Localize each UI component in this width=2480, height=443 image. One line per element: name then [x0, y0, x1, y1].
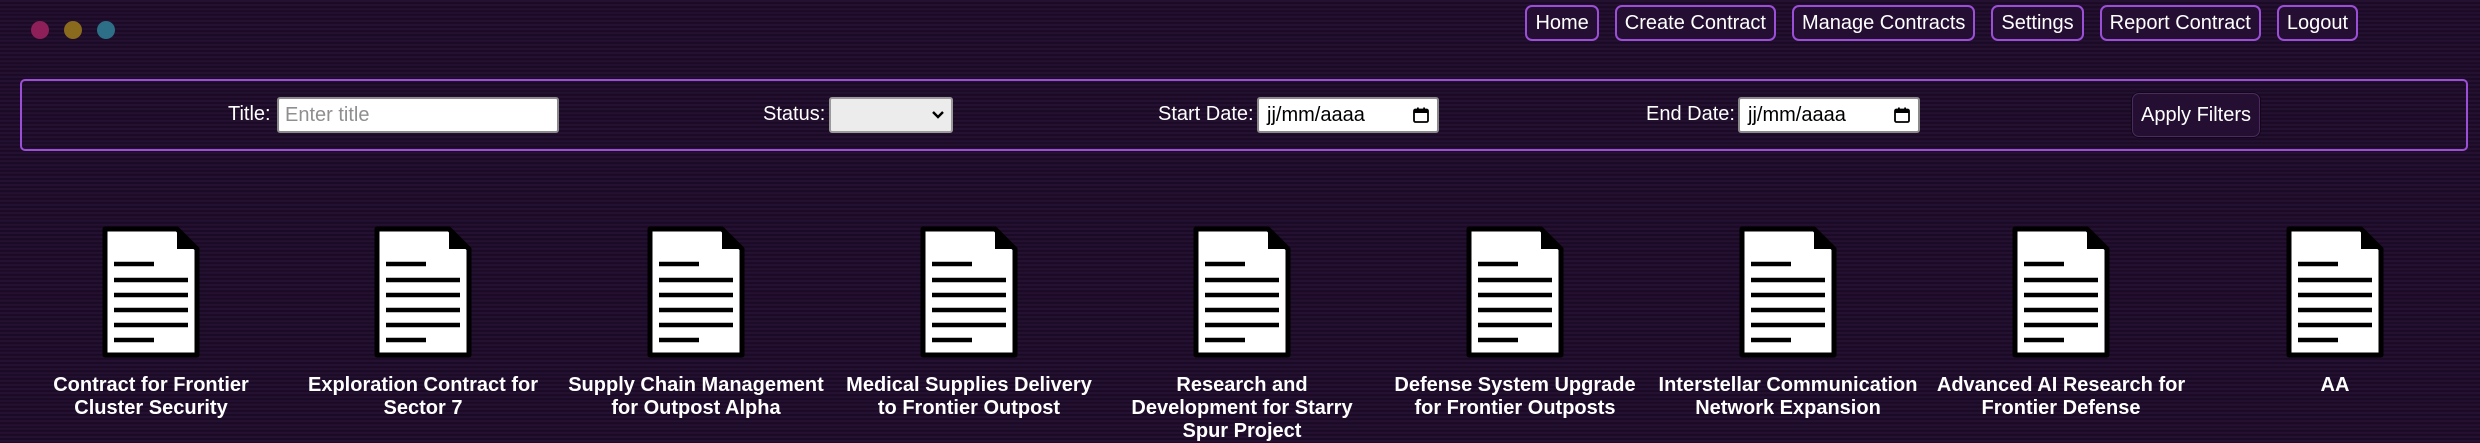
contract-title[interactable]: Interstellar Communication Network Expan…	[1657, 374, 1919, 420]
status-filter-label: Status:	[763, 103, 826, 125]
contract-card[interactable]: Supply Chain Management for Outpost Alph…	[565, 226, 827, 420]
contract-card[interactable]: Medical Supplies Delivery to Frontier Ou…	[838, 226, 1100, 420]
contract-card[interactable]: Defense System Upgrade for Frontier Outp…	[1384, 226, 1646, 420]
start-date-value: jj/mm/aaaa	[1267, 103, 1365, 126]
top-nav: Home Create Contract Manage Contracts Se…	[1525, 5, 2358, 41]
document-icon	[647, 226, 745, 358]
calendar-icon[interactable]	[1894, 107, 1910, 123]
start-date-label: Start Date:	[1158, 103, 1254, 125]
document-icon	[920, 226, 1018, 358]
contract-title[interactable]: Supply Chain Management for Outpost Alph…	[565, 374, 827, 420]
contract-title[interactable]: Exploration Contract for Sector 7	[292, 374, 554, 420]
nav-settings-button[interactable]: Settings	[1991, 5, 2084, 41]
chevron-down-icon	[932, 111, 944, 119]
title-filter-input[interactable]	[277, 97, 559, 133]
contract-title[interactable]: Defense System Upgrade for Frontier Outp…	[1384, 374, 1646, 420]
contract-title[interactable]: AA	[2204, 374, 2466, 397]
nav-home-button[interactable]: Home	[1525, 5, 1599, 41]
window-controls	[31, 21, 115, 39]
end-date-label: End Date:	[1646, 103, 1735, 125]
document-icon	[2286, 226, 2384, 358]
contract-title[interactable]: Medical Supplies Delivery to Frontier Ou…	[838, 374, 1100, 420]
contract-title[interactable]: Contract for Frontier Cluster Security	[20, 374, 282, 420]
window-maximize-button[interactable]	[97, 21, 115, 39]
contract-card[interactable]: Interstellar Communication Network Expan…	[1657, 226, 1919, 420]
document-icon	[1193, 226, 1291, 358]
contract-title[interactable]: Research and Development for Starry Spur…	[1111, 374, 1373, 443]
calendar-icon[interactable]	[1413, 107, 1429, 123]
title-filter-label: Title:	[228, 103, 271, 125]
window-minimize-button[interactable]	[64, 21, 82, 39]
document-icon	[102, 226, 200, 358]
document-icon	[374, 226, 472, 358]
start-date-input[interactable]: jj/mm/aaaa	[1257, 97, 1439, 133]
end-date-input[interactable]: jj/mm/aaaa	[1738, 97, 1920, 133]
nav-report-contract-button[interactable]: Report Contract	[2099, 5, 2261, 41]
contract-card[interactable]: AA	[2204, 226, 2466, 397]
status-filter-select[interactable]	[829, 97, 953, 133]
contract-card[interactable]: Advanced AI Research for Frontier Defens…	[1930, 226, 2192, 420]
contract-card[interactable]: Exploration Contract for Sector 7	[292, 226, 554, 420]
document-icon	[2012, 226, 2110, 358]
document-icon	[1739, 226, 1837, 358]
nav-manage-contracts-button[interactable]: Manage Contracts	[1791, 5, 1976, 41]
apply-filters-button[interactable]: Apply Filters	[2132, 93, 2260, 137]
nav-create-contract-button[interactable]: Create Contract	[1614, 5, 1776, 41]
contract-card[interactable]: Research and Development for Starry Spur…	[1111, 226, 1373, 443]
contract-title[interactable]: Advanced AI Research for Frontier Defens…	[1930, 374, 2192, 420]
end-date-value: jj/mm/aaaa	[1748, 103, 1846, 126]
nav-logout-button[interactable]: Logout	[2276, 5, 2358, 41]
contract-card[interactable]: Contract for Frontier Cluster Security	[20, 226, 282, 420]
document-icon	[1466, 226, 1564, 358]
filter-bar: Title: Status: Start Date: jj/mm/aaaa En…	[20, 79, 2468, 151]
window-close-button[interactable]	[31, 21, 49, 39]
